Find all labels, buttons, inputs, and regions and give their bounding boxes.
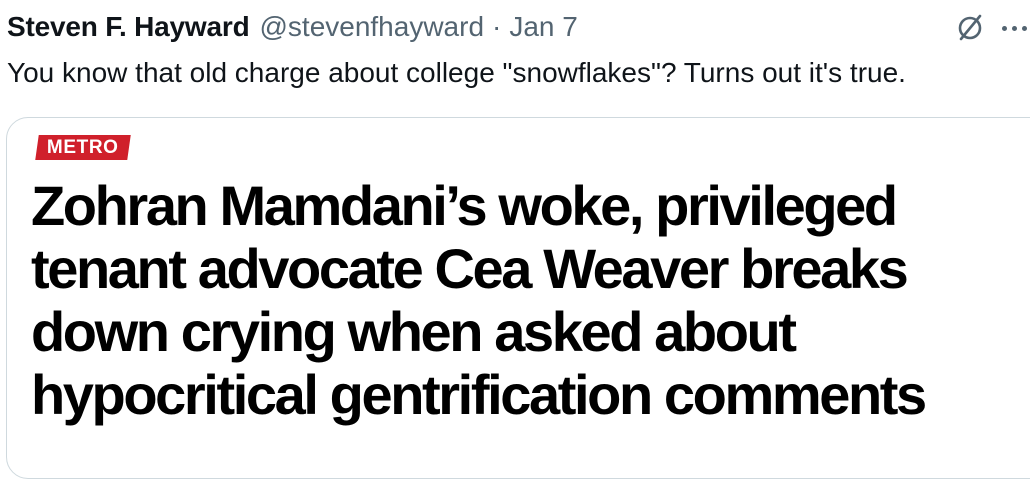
tweet-text: You know that old charge about college "… bbox=[7, 57, 906, 88]
article-card[interactable]: METRO Zohran Mamdani’s woke, privileged … bbox=[6, 117, 1030, 479]
more-dot bbox=[1022, 25, 1027, 31]
headline-line: Zohran Mamdani’s woke, privileged bbox=[31, 174, 898, 237]
grok-icon-graphic bbox=[958, 14, 982, 41]
more-dot bbox=[1002, 25, 1007, 31]
tweet-header: Steven F. Hayward @stevenfhayward · Jan … bbox=[7, 9, 578, 45]
article-headline: Zohran Mamdani’s woke, privileged tenant… bbox=[31, 174, 1030, 426]
headline-line: hypocritical gentrification comments bbox=[31, 363, 927, 426]
author-name[interactable]: Steven F. Hayward bbox=[7, 9, 250, 45]
tweet-date[interactable]: Jan 7 bbox=[509, 9, 578, 45]
grok-icon[interactable] bbox=[952, 10, 988, 46]
headline-line: down crying when asked about bbox=[31, 300, 797, 363]
header-separator: · bbox=[492, 11, 502, 42]
more-dot bbox=[1012, 25, 1017, 31]
author-handle[interactable]: @stevenfhayward bbox=[259, 9, 484, 45]
headline-line: tenant advocate Cea Weaver breaks bbox=[31, 237, 909, 300]
section-tag: METRO bbox=[35, 135, 131, 160]
more-horizontal-icon[interactable] bbox=[1002, 10, 1030, 46]
section-tag-label: METRO bbox=[46, 137, 119, 158]
